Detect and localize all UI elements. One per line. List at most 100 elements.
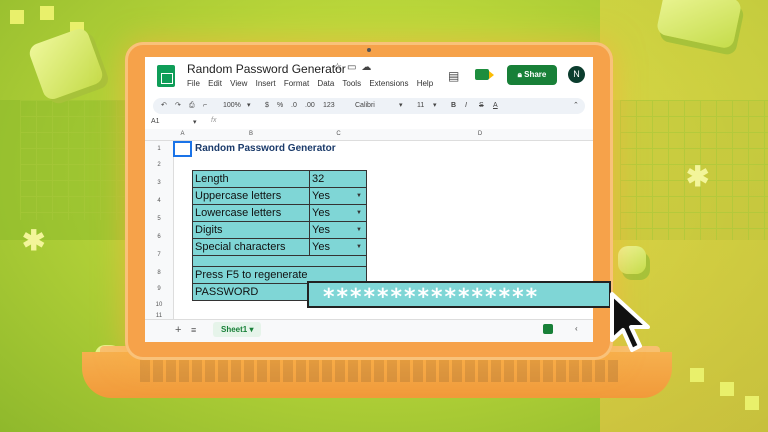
chevron-down-icon: ▾	[399, 102, 403, 109]
setting-label-cell[interactable]: Uppercase letters	[192, 187, 310, 205]
laptop-keyboard	[140, 360, 620, 382]
setting-label-cell[interactable]: Digits	[192, 221, 310, 239]
setting-label-cell[interactable]: Length	[192, 170, 310, 188]
sheet-tabs-bar: + ≡ Sheet1 ▾ ‹	[145, 319, 593, 342]
setting-value: Yes	[312, 241, 330, 253]
background-pixel	[745, 396, 759, 410]
tab-sheet1[interactable]: Sheet1 ▾	[213, 322, 262, 337]
strikethrough-button[interactable]: S	[479, 98, 484, 114]
fx-icon: fx	[211, 117, 217, 124]
row-header[interactable]: 7	[145, 245, 174, 266]
chevron-down-icon[interactable]: ▼	[356, 222, 362, 238]
sparkle-icon: ✱	[22, 225, 46, 256]
menu-data[interactable]: Data	[317, 79, 334, 88]
formula-bar: A1 ▾ fx	[145, 116, 593, 130]
row-header[interactable]: 2	[145, 157, 174, 174]
menu-bar: File Edit View Insert Format Data Tools …	[187, 79, 439, 88]
selected-cell-a1[interactable]	[173, 141, 192, 157]
add-sheet-icon[interactable]: +	[175, 324, 181, 336]
chevron-down-icon: ▾	[247, 102, 251, 109]
row-header[interactable]: 8	[145, 265, 174, 282]
setting-value-cell[interactable]: 32	[309, 170, 367, 188]
background-pixel	[40, 6, 54, 20]
name-box[interactable]: A1	[151, 118, 160, 125]
setting-dropdown-cell[interactable]: Yes ▼	[309, 221, 367, 239]
text-color-button[interactable]: A	[493, 98, 498, 114]
setting-dropdown-cell[interactable]: Yes ▼	[309, 238, 367, 256]
chevron-left-icon[interactable]: ‹	[575, 324, 578, 333]
decrease-decimal-button[interactable]: .0	[291, 98, 297, 114]
tab-sheet1-label: Sheet1	[221, 325, 248, 334]
menu-edit[interactable]: Edit	[208, 79, 222, 88]
row-header[interactable]: 10	[145, 297, 174, 314]
bold-button[interactable]: B	[451, 98, 456, 114]
avatar[interactable]: N	[568, 66, 585, 83]
print-icon[interactable]: ⎙	[189, 98, 195, 114]
sheets-logo-icon[interactable]	[157, 65, 175, 87]
background-grid-left	[20, 100, 140, 220]
menu-insert[interactable]: Insert	[256, 79, 276, 88]
font-size-select[interactable]: 11	[417, 98, 424, 114]
menu-tools[interactable]: Tools	[342, 79, 361, 88]
laptop-lid: Random Password Generator ☆▭☁ File Edit …	[125, 42, 613, 360]
redo-icon[interactable]: ↷	[175, 98, 181, 114]
undo-icon[interactable]: ↶	[161, 98, 167, 114]
font-select[interactable]: Calibri	[355, 98, 375, 114]
setting-dropdown-cell[interactable]: Yes ▼	[309, 204, 367, 222]
setting-dropdown-cell[interactable]: Yes ▼	[309, 187, 367, 205]
column-header-c[interactable]: C	[310, 129, 368, 141]
number-format-select[interactable]: 123	[323, 98, 335, 114]
sheet-heading[interactable]: Random Password Generator	[195, 141, 336, 157]
app-header: Random Password Generator ☆▭☁ File Edit …	[145, 57, 593, 97]
italic-button[interactable]: I	[465, 98, 467, 114]
background-pixel	[690, 368, 704, 382]
setting-value: Yes	[312, 224, 330, 236]
row-header[interactable]: 5	[145, 209, 174, 230]
column-header-d[interactable]: D	[367, 129, 593, 141]
chevron-down-icon: ▾	[433, 102, 437, 109]
chevron-down-icon[interactable]: ▼	[356, 239, 362, 255]
explore-icon[interactable]	[543, 324, 553, 334]
row-header[interactable]: 1	[145, 141, 174, 158]
menu-format[interactable]: Format	[284, 79, 309, 88]
comment-icon[interactable]: ▤	[448, 69, 459, 83]
increase-decimal-button[interactable]: .00	[305, 98, 315, 114]
menu-help[interactable]: Help	[417, 79, 433, 88]
row-header[interactable]: 4	[145, 193, 174, 210]
chevron-down-icon[interactable]: ▼	[356, 188, 362, 204]
all-sheets-icon[interactable]: ≡	[191, 325, 196, 335]
column-header-b[interactable]: B	[192, 129, 311, 141]
meet-icon[interactable]	[475, 69, 494, 80]
column-header-a[interactable]: A	[173, 129, 193, 141]
setting-value: Yes	[312, 207, 330, 219]
password-output[interactable]: ****************	[307, 281, 611, 310]
percent-button[interactable]: %	[277, 98, 283, 114]
cloud-icon[interactable]: ☁	[361, 62, 376, 73]
currency-button[interactable]: $	[265, 98, 269, 114]
share-button[interactable]: 🔒︎ Share	[507, 65, 557, 85]
menu-file[interactable]: File	[187, 79, 200, 88]
setting-label-cell[interactable]: Lowercase letters	[192, 204, 310, 222]
star-icon[interactable]: ☆	[333, 62, 347, 73]
background-pixel	[10, 10, 24, 24]
toolbar: ↶ ↷ ⎙ ⌐ 100% ▾ $ % .0 .00 123 Calibri ▾ …	[153, 98, 585, 114]
folder-icon[interactable]: ▭	[347, 62, 361, 73]
menu-view[interactable]: View	[230, 79, 247, 88]
chevron-up-icon[interactable]: ⌃	[573, 98, 579, 114]
paint-format-icon[interactable]: ⌐	[203, 98, 207, 114]
row-header[interactable]: 9	[145, 281, 174, 298]
menu-extensions[interactable]: Extensions	[369, 79, 408, 88]
sparkle-icon: ✱	[686, 161, 710, 192]
row-header[interactable]: 6	[145, 229, 174, 246]
title-icons: ☆▭☁	[333, 62, 376, 73]
setting-label-cell[interactable]: Special characters	[192, 238, 310, 256]
row-header[interactable]: 3	[145, 173, 174, 194]
keycap-decoration	[618, 246, 646, 274]
mouse-cursor-icon	[608, 290, 660, 359]
share-label: Share	[524, 70, 547, 79]
chevron-down-icon[interactable]: ▼	[356, 205, 362, 221]
zoom-select[interactable]: 100%	[223, 98, 241, 114]
document-title[interactable]: Random Password Generator	[187, 62, 346, 76]
select-all-corner[interactable]	[145, 129, 174, 141]
webcam	[367, 48, 371, 52]
